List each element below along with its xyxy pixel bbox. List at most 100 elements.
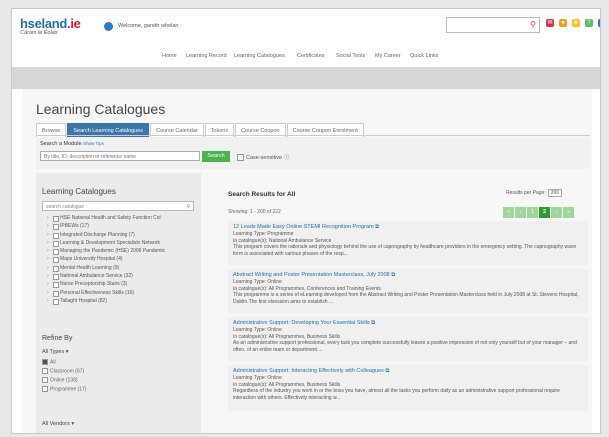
site-search-input[interactable]: ⚲ [446, 17, 540, 33]
page-prev-button[interactable]: ‹ [515, 207, 526, 218]
type-checkbox[interactable] [42, 359, 48, 365]
tree-item-label: Mental Health Learning (9) [60, 264, 120, 271]
catalogue-search-input[interactable]: search catalogue ⚲ [42, 201, 194, 211]
catalogue-search-placeholder: search catalogue [46, 204, 85, 210]
expand-icon[interactable]: › [47, 255, 49, 263]
tree-checkbox[interactable] [53, 216, 59, 222]
tree-checkbox[interactable] [53, 274, 59, 281]
tree-item[interactable]: › Nurse Preceptorship Stairs (3) [42, 280, 194, 289]
tree-item[interactable]: › Maps University Hospital (4) [42, 255, 194, 264]
type-filter-programme[interactable]: Programme (17) [42, 386, 86, 392]
tree-checkbox[interactable] [53, 298, 59, 305]
expand-icon[interactable]: › [47, 214, 49, 222]
tree-item[interactable]: › Personal Effectiveness Skills (16) [42, 289, 194, 297]
page-2-button[interactable]: 2 [539, 207, 550, 218]
tree-item[interactable]: › Managing the Pandemic (HSE) 2006 Pandem… [42, 247, 194, 256]
logo-ext: .ie [67, 16, 81, 31]
tree-item[interactable]: › HSE National Health and Safety Function… [42, 214, 194, 222]
all-vendors-dropdown[interactable]: All Vendors ▾ [42, 421, 74, 427]
cart-icon[interactable]: ● [559, 19, 567, 27]
nav-quick-links[interactable]: Quick Links [410, 53, 438, 59]
page-next-button[interactable]: › [551, 207, 562, 218]
tree-item[interactable]: › Tallaght Hospital (82) [42, 297, 194, 305]
type-label: Programme (17) [50, 386, 87, 393]
search-results: Search Results for All Results per Page:… [220, 173, 592, 433]
result-title-link[interactable]: Abstract Writing and Poster Presentation… [233, 272, 583, 279]
page-first-button[interactable]: « [503, 207, 514, 218]
mail-icon[interactable]: ✉ [546, 19, 554, 27]
tree-checkbox[interactable] [53, 232, 59, 239]
expand-icon[interactable]: › [47, 264, 49, 272]
home-icon[interactable]: ⌂ [598, 19, 600, 27]
nav-social-tools[interactable]: Social Tools [336, 53, 365, 59]
type-label: Online (138) [50, 377, 78, 384]
result-card: 12 Leads Made Easy Online STEMI Recognit… [228, 221, 588, 265]
tree-checkbox[interactable] [53, 257, 59, 264]
page-1-button[interactable]: 1 [527, 207, 538, 218]
tree-item[interactable]: › Mental Health Learning (9) [42, 264, 194, 272]
tab-divider [36, 135, 590, 136]
tree-item[interactable]: › National Ambulance Service (32) [42, 272, 194, 281]
nav-learning-record[interactable]: Learning Record [186, 53, 227, 59]
search-button[interactable]: Search [202, 151, 230, 162]
expand-icon[interactable]: › [47, 280, 49, 288]
expand-icon[interactable]: › [47, 297, 49, 305]
tree-item-label: HSE National Health and Safety Function … [60, 215, 161, 221]
per-page-select[interactable]: 200 [547, 189, 563, 197]
welcome-text: Welcome, gareth whelan [118, 23, 179, 29]
tree-checkbox[interactable] [53, 265, 59, 272]
expand-icon[interactable]: › [47, 239, 49, 247]
tree-item-label: Tallaght Hospital (82) [60, 297, 107, 304]
search-icon[interactable]: ⚲ [530, 20, 536, 29]
type-filter-online[interactable]: Online (138) [42, 377, 78, 383]
expand-icon[interactable]: › [47, 289, 49, 297]
tree-checkbox[interactable] [53, 249, 59, 256]
expand-icon[interactable]: › [47, 247, 49, 255]
chevron-down-icon: ▾ [65, 349, 69, 355]
type-checkbox[interactable] [42, 386, 48, 392]
tree-checkbox[interactable] [53, 240, 59, 247]
nav-learning-catalogues[interactable]: Learning Catalogues [234, 53, 285, 59]
type-filter-all[interactable]: All [42, 359, 56, 365]
expand-icon[interactable]: › [47, 222, 49, 230]
module-search-input[interactable]: By title, ID, description or reference n… [40, 151, 200, 161]
search-icon[interactable]: ⚲ [186, 202, 190, 212]
star-icon[interactable]: ★ [572, 19, 580, 27]
page-last-button[interactable]: » [563, 207, 574, 218]
case-sensitive-toggle[interactable]: Case-sensitive ⓘ [237, 153, 290, 162]
search-label-text: Search a Module [40, 141, 82, 147]
tree-checkbox[interactable] [53, 224, 59, 231]
nav-my-career[interactable]: My Career [375, 53, 401, 59]
type-checkbox[interactable] [42, 368, 48, 374]
expand-icon[interactable]: › [47, 272, 49, 280]
nav-home[interactable]: Home [162, 53, 177, 59]
tree-item[interactable]: › IPBEWs (17) [42, 222, 194, 231]
user-icon [104, 22, 113, 31]
case-sensitive-checkbox[interactable] [237, 154, 244, 162]
show-tips-link[interactable]: Show Tips [83, 141, 104, 146]
expand-icon[interactable]: › [47, 231, 49, 239]
type-filter-classroom[interactable]: Classroom (67) [42, 368, 84, 374]
tree-checkbox[interactable] [53, 290, 59, 297]
result-title-link[interactable]: Administrative Support: Developing Your … [233, 320, 583, 327]
hseland-logo[interactable]: hseland.ie Cáram le Éolas [20, 16, 81, 36]
tree-checkbox[interactable] [53, 282, 59, 289]
all-types-dropdown[interactable]: All Types ▾ [42, 349, 69, 355]
sidebar-title: Learning Catalogues [42, 187, 116, 196]
tree-item[interactable]: › Learning & Development Specialists Netw… [42, 239, 194, 247]
results-title: Search Results for All [228, 191, 296, 198]
result-card: Abstract Writing and Poster Presentation… [228, 269, 588, 313]
result-title-link[interactable]: 12 Leads Made Easy Online STEMI Recognit… [233, 224, 583, 231]
top-bar: hseland.ie Cáram le Éolas Welcome, garet… [12, 9, 600, 49]
tree-item[interactable]: › Integrated Discharge Planning (7) [42, 231, 194, 239]
result-title-link[interactable]: Administrative Support: Interacting Effe… [233, 368, 583, 375]
hero-banner [12, 67, 600, 89]
help-icon[interactable]: ? [585, 19, 593, 27]
info-icon[interactable]: ⓘ [284, 155, 290, 161]
per-page-label: Results per Page: [506, 190, 546, 196]
external-link-icon: ⧉ [375, 224, 380, 230]
type-checkbox[interactable] [42, 377, 48, 383]
nav-certificates[interactable]: Certificates [297, 53, 325, 59]
case-sensitive-label: Case-sensitive [246, 155, 283, 161]
tree-item-label: Maps University Hospital (4) [60, 256, 123, 263]
